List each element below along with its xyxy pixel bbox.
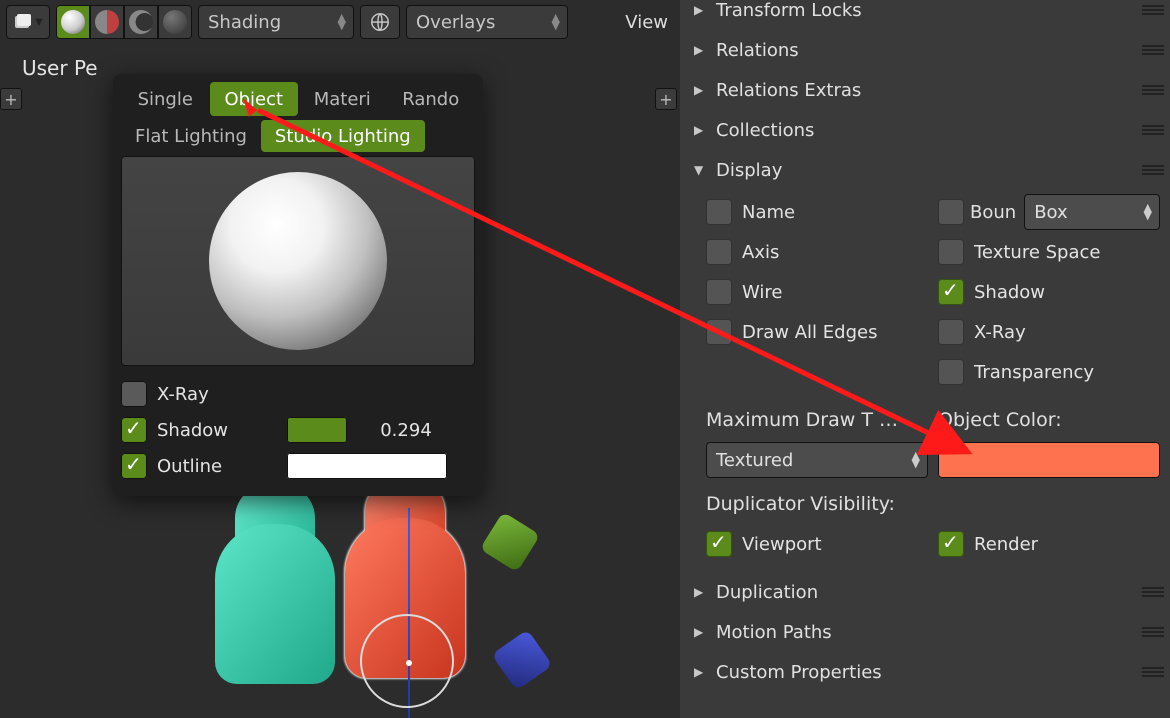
- dup-render-checkbox[interactable]: [938, 531, 964, 557]
- grip-icon[interactable]: [1142, 85, 1164, 95]
- draw-all-edges-checkbox[interactable]: [706, 319, 732, 345]
- grip-icon[interactable]: [1142, 667, 1164, 677]
- dup-render-label: Render: [974, 534, 1038, 555]
- wire-checkbox[interactable]: [706, 279, 732, 305]
- axis-label: Axis: [742, 242, 779, 263]
- section-label: Custom Properties: [716, 662, 882, 683]
- name-label: Name: [742, 202, 795, 223]
- bounds-checkbox[interactable]: [938, 199, 964, 225]
- section-collections[interactable]: ▶Collections: [680, 110, 1170, 150]
- gizmo-blue[interactable]: [491, 629, 552, 690]
- grip-icon[interactable]: [1142, 627, 1164, 637]
- xray-label: X-Ray: [157, 384, 209, 405]
- view-menu[interactable]: View: [619, 12, 674, 33]
- section-label: Display: [716, 160, 782, 181]
- display-panel: Name Boun Box▲▼ Axis Texture Space Wire …: [680, 190, 1170, 572]
- section-relations[interactable]: ▶Relations: [680, 30, 1170, 70]
- bounds-type-value: Box: [1034, 202, 1067, 223]
- shadow-label: Shadow: [157, 420, 277, 441]
- shading-wire-button[interactable]: [124, 5, 158, 39]
- bounds-label: Boun: [970, 202, 1016, 223]
- prop-xray-checkbox[interactable]: [938, 319, 964, 345]
- overlays-icon-button[interactable]: [360, 5, 400, 39]
- gizmo-ring[interactable]: [360, 614, 454, 708]
- texture-space-checkbox[interactable]: [938, 239, 964, 265]
- section-duplication[interactable]: ▶Duplication: [680, 572, 1170, 612]
- object-color-label: Object Color:: [938, 409, 1160, 431]
- outline-color[interactable]: [287, 453, 447, 479]
- section-label: Motion Paths: [716, 622, 832, 643]
- grip-icon[interactable]: [1142, 5, 1164, 15]
- outline-checkbox[interactable]: [121, 453, 147, 479]
- viewport-header: ▼ Shading ▲▼ Overlays ▲▼ View: [0, 0, 680, 44]
- toolbar-expand-right[interactable]: +: [655, 88, 677, 110]
- transparency-checkbox[interactable]: [938, 359, 964, 385]
- xray-checkbox[interactable]: [121, 381, 147, 407]
- section-relations-extras[interactable]: ▶Relations Extras: [680, 70, 1170, 110]
- lighting-tabs: Flat Lighting Studio Lighting: [121, 120, 475, 152]
- name-checkbox[interactable]: [706, 199, 732, 225]
- shading-popover: Single Object Materi Rando Flat Lighting…: [113, 74, 483, 496]
- prop-xray-label: X-Ray: [974, 322, 1026, 343]
- bounds-type-dropdown[interactable]: Box▲▼: [1024, 194, 1160, 230]
- section-label: Relations Extras: [716, 80, 861, 101]
- shading-mode-group: [56, 5, 192, 39]
- tab-single[interactable]: Single: [121, 82, 210, 116]
- toolbar-expand-left[interactable]: +: [0, 88, 22, 110]
- wire-label: Wire: [742, 282, 782, 303]
- color-type-tabs: Single Object Materi Rando: [121, 82, 475, 116]
- overlays-dropdown[interactable]: Overlays ▲▼: [406, 5, 568, 39]
- tab-studio-lighting[interactable]: Studio Lighting: [261, 120, 425, 152]
- editor-type-button[interactable]: ▼: [6, 5, 50, 39]
- dup-viewport-checkbox[interactable]: [706, 531, 732, 557]
- tab-random[interactable]: Rando: [387, 82, 476, 116]
- shading-solid-button[interactable]: [56, 5, 90, 39]
- overlays-dropdown-label: Overlays: [416, 12, 495, 33]
- section-display[interactable]: ▼Display: [680, 150, 1170, 190]
- texture-space-label: Texture Space: [974, 242, 1100, 263]
- section-transform-locks[interactable]: ▶Transform Locks: [680, 0, 1170, 30]
- section-motion-paths[interactable]: ▶Motion Paths: [680, 612, 1170, 652]
- grip-icon[interactable]: [1142, 125, 1164, 135]
- section-label: Duplication: [716, 582, 818, 603]
- shadow-label: Shadow: [974, 282, 1045, 303]
- tab-material[interactable]: Materi: [298, 82, 387, 116]
- view-name-label: User Pe: [22, 56, 98, 80]
- shadow-checkbox[interactable]: [938, 279, 964, 305]
- tab-flat-lighting[interactable]: Flat Lighting: [121, 120, 261, 152]
- transparency-label: Transparency: [974, 362, 1094, 383]
- shadow-value[interactable]: 0.294: [357, 420, 455, 441]
- draw-all-edges-label: Draw All Edges: [742, 322, 877, 343]
- grip-icon[interactable]: [1142, 587, 1164, 597]
- shading-lookdev-button[interactable]: [90, 5, 124, 39]
- outline-label: Outline: [157, 456, 277, 477]
- matcap-preview[interactable]: [121, 156, 475, 366]
- properties-panel: ▶Transform Locks ▶Relations ▶Relations E…: [680, 0, 1170, 718]
- axis-checkbox[interactable]: [706, 239, 732, 265]
- dup-vis-label: Duplicator Visibility:: [706, 484, 1160, 524]
- shading-dropdown-label: Shading: [208, 12, 281, 33]
- section-custom-properties[interactable]: ▶Custom Properties: [680, 652, 1170, 692]
- shadow-color[interactable]: [287, 417, 347, 443]
- max-draw-value: Textured: [716, 450, 793, 471]
- shading-dropdown[interactable]: Shading ▲▼: [198, 5, 354, 39]
- section-label: Collections: [716, 120, 814, 141]
- tab-object[interactable]: Object: [210, 82, 299, 116]
- shading-rendered-button[interactable]: [158, 5, 192, 39]
- grip-icon[interactable]: [1142, 165, 1164, 175]
- max-draw-dropdown[interactable]: Textured▲▼: [706, 442, 928, 478]
- max-draw-label: Maximum Draw T …: [706, 409, 928, 431]
- section-label: Transform Locks: [716, 0, 862, 21]
- shadow-checkbox[interactable]: [121, 417, 147, 443]
- object-color-swatch[interactable]: [938, 442, 1160, 478]
- dup-viewport-label: Viewport: [742, 534, 822, 555]
- grip-icon[interactable]: [1142, 45, 1164, 55]
- section-label: Relations: [716, 40, 799, 61]
